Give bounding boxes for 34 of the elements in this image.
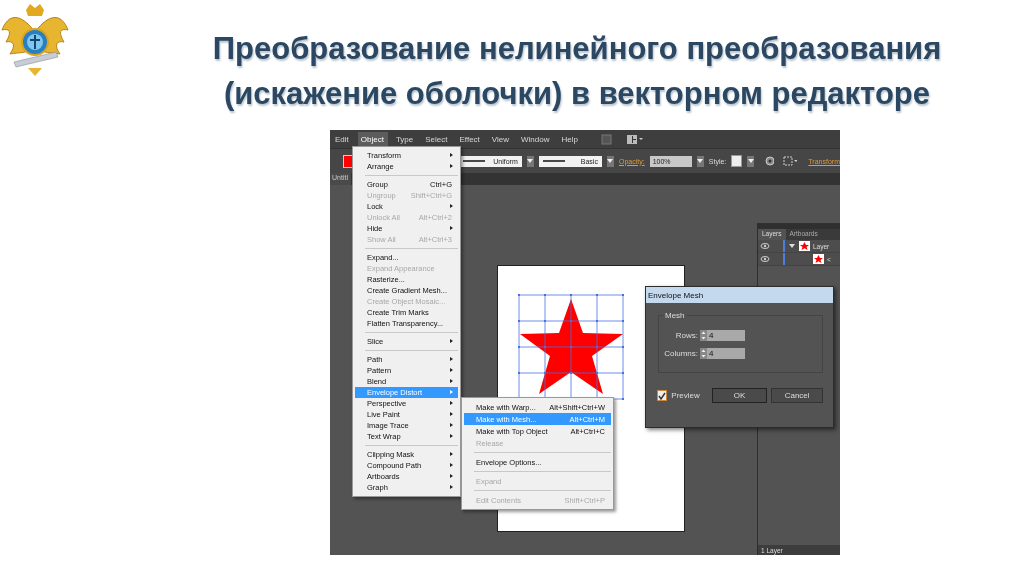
cancel-button[interactable]: Cancel [771,388,823,403]
visibility-eye-icon[interactable] [760,241,770,251]
menu-bar-item[interactable]: Window [518,131,554,147]
expand-triangle-icon[interactable] [788,242,796,250]
rows-field[interactable]: 4 [707,329,745,341]
recolor-icon[interactable] [765,156,775,166]
menu-bar-item[interactable]: View [488,131,513,147]
stroke-line-icon [462,159,485,163]
ok-button[interactable]: OK [711,388,768,403]
group-label: Mesh [663,311,687,320]
stroke-line-icon [542,159,565,163]
preview-checkbox[interactable] [657,390,668,401]
menu-bar-item[interactable]: Type [392,131,418,147]
stepper-icon[interactable] [700,347,707,359]
layer-thumbnail-icon [799,241,810,251]
menu-bar-item[interactable]: Help [558,131,582,147]
visibility-eye-icon[interactable] [760,254,770,264]
menu-bar-item[interactable]: Select [422,131,452,147]
checkbox-label: Preview [671,391,700,400]
arrange-documents-icon[interactable] [625,133,644,145]
dialog-title: Envelope Mesh [648,290,704,300]
menu-bar-item[interactable]: Object [357,131,388,147]
style-swatch[interactable] [731,155,743,167]
layer-thumbnail-icon [813,254,824,264]
slide-title-line: (искажение оболочки) в векторном редакторе [223,75,930,113]
stepper-icon[interactable] [700,329,707,341]
field-label: Rows: [674,330,699,340]
emblem-drawing [1,4,69,76]
field-label: Columns: [663,348,699,358]
menu-bar-item[interactable]: Effect [456,131,484,147]
menu-bar-item[interactable]: Edit [332,131,353,147]
columns-field[interactable]: 4 [707,347,745,359]
isolate-icon[interactable] [783,156,798,166]
slide-title-line: Преобразование нелинейного преобразования [212,30,942,68]
